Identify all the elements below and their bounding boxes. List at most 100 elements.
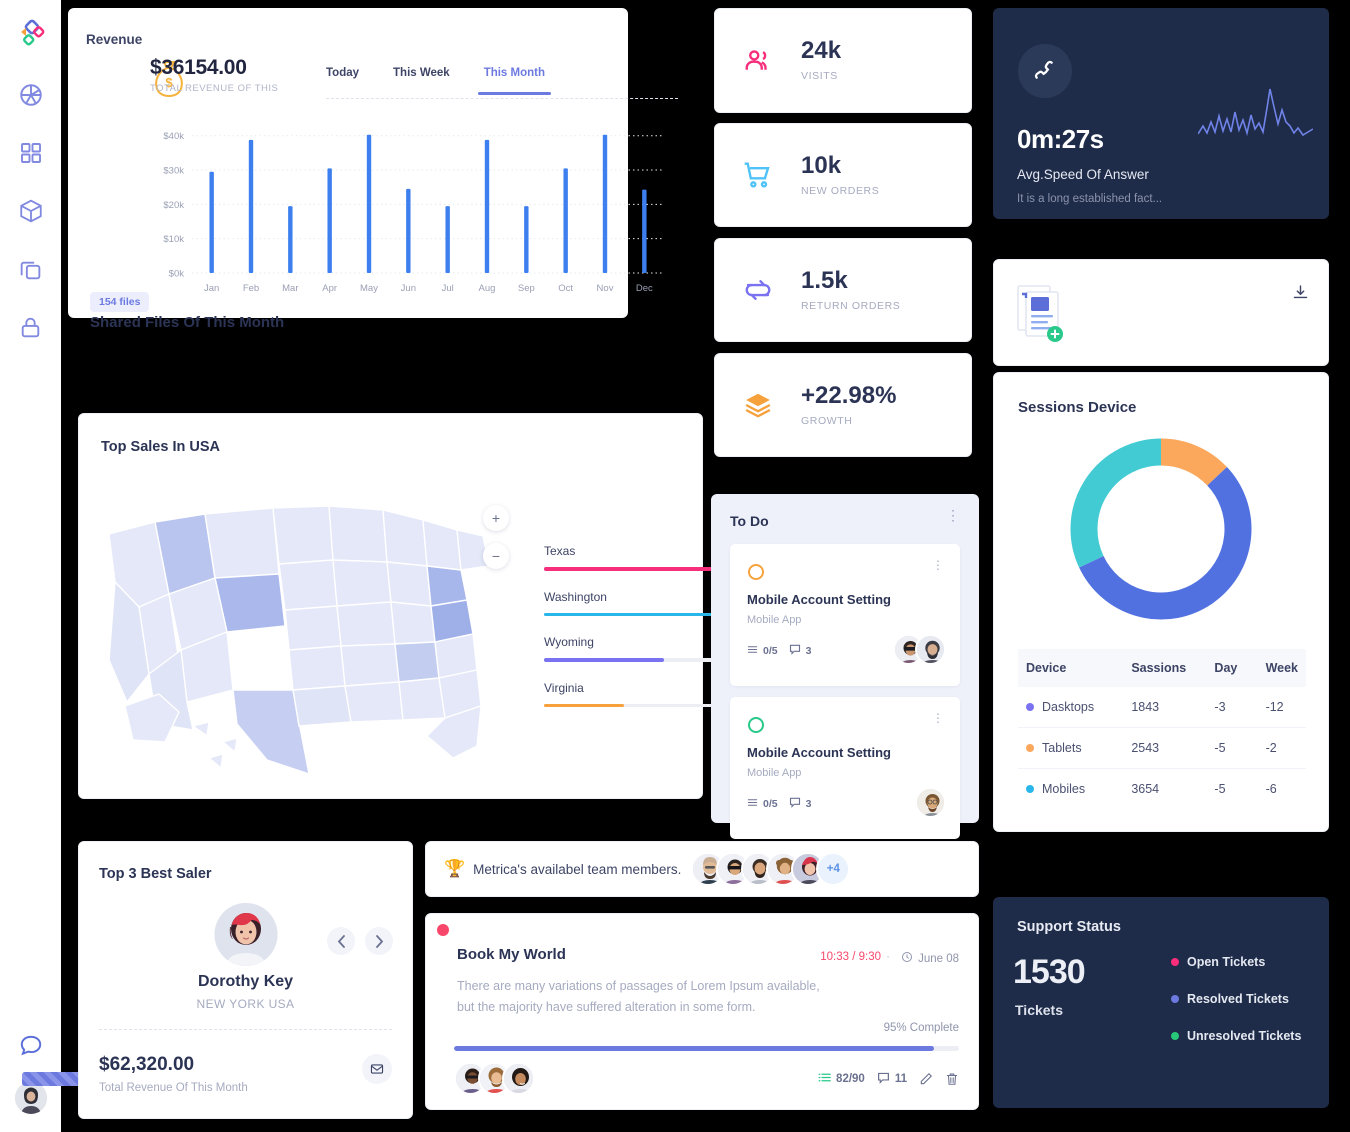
checklist-icon <box>818 1071 831 1087</box>
todo-item[interactable]: ⋮ Mobile Account Setting Mobile App 0/5 … <box>730 697 960 839</box>
book-actions: 82/90 11 <box>818 1071 959 1087</box>
sidebar-item-pages[interactable] <box>16 254 46 284</box>
team-extra-count[interactable]: +4 <box>816 852 851 886</box>
todo-card: To Do ⋮ ⋮ Mobile Account Setting Mobile … <box>711 494 979 839</box>
saler-amount-label: Total Revenue Of This Month <box>99 1082 248 1094</box>
tabs-divider <box>326 98 678 99</box>
todo-item-menu-icon[interactable]: ⋮ <box>932 559 944 571</box>
todo-item-menu-icon[interactable]: ⋮ <box>932 712 944 724</box>
avatar <box>915 787 946 818</box>
svg-text:Sep: Sep <box>518 283 535 294</box>
download-icon[interactable] <box>1292 284 1309 306</box>
top-saler-card: Top 3 Best Saler Dorothy Key NEW YORK US… <box>78 841 413 1119</box>
todo-item-project: Mobile App <box>747 614 802 626</box>
checklist-count: 0/5 <box>763 797 778 810</box>
stat-card-return-orders[interactable]: 1.5k RETURN ORDERS <box>714 238 972 342</box>
stat-label: GROWTH <box>801 414 853 427</box>
stat-text: 1.5k RETURN ORDERS <box>801 268 900 312</box>
team-members-text: Metrica's availabel team members. <box>473 861 682 877</box>
avatar <box>915 634 946 665</box>
logo-icon[interactable] <box>14 18 48 52</box>
avatar[interactable] <box>14 1082 47 1114</box>
comment-count: 3 <box>805 797 812 810</box>
sidebar-item-products[interactable] <box>16 196 46 226</box>
trash-icon[interactable] <box>945 1072 959 1086</box>
svg-text:Oct: Oct <box>558 283 573 294</box>
book-description: There are many variations of passages of… <box>457 976 820 1017</box>
legend-open-tickets: Open Tickets <box>1171 955 1301 969</box>
support-unit: Tickets <box>1015 1002 1063 1018</box>
col-sessions: Sassions <box>1123 649 1207 687</box>
sidebar-nav <box>16 80 46 342</box>
book-progress-fill <box>454 1046 934 1051</box>
svg-text:Jan: Jan <box>204 283 219 294</box>
map-zoom-out-button[interactable]: − <box>483 543 509 569</box>
saler-name: Dorothy Key <box>197 973 294 990</box>
todo-item[interactable]: ⋮ Mobile Account Setting Mobile App 0/5 … <box>730 544 960 686</box>
sidebar-item-dashboard[interactable] <box>16 138 46 168</box>
table-row: Dasktops 1843 -3 -12 <box>1018 687 1306 728</box>
svg-text:Dec: Dec <box>636 283 653 294</box>
todo-item-avatars <box>915 787 946 818</box>
svg-text:Mar: Mar <box>282 283 298 294</box>
saler-next-button[interactable] <box>365 927 393 955</box>
answer-speed-card: 0m:27s Avg.Speed Of Answer It is a long … <box>993 8 1329 219</box>
usa-map[interactable] <box>97 474 497 779</box>
files-icon <box>1016 282 1070 349</box>
tab-this-week[interactable]: This Week <box>393 67 450 95</box>
book-checklist[interactable]: 82/90 <box>818 1071 865 1087</box>
svg-text:May: May <box>360 283 378 294</box>
chat-icon[interactable] <box>16 1030 46 1060</box>
pencil-icon[interactable] <box>919 1072 933 1086</box>
cart-icon <box>715 159 801 191</box>
svg-text:$30k: $30k <box>163 166 184 177</box>
todo-title: To Do <box>730 513 769 529</box>
sessions-donut-chart <box>1061 429 1261 634</box>
stat-card-visits[interactable]: 24k VISITS <box>714 8 972 113</box>
sidebar-item-aperture[interactable] <box>16 80 46 110</box>
support-legend: Open Tickets Resolved Tickets Unresolved… <box>1171 955 1301 1043</box>
cell-sessions: 2543 <box>1123 727 1207 769</box>
todo-item-meta: 0/5 3 <box>747 643 811 658</box>
device-dot <box>1026 785 1034 793</box>
legend-resolved-tickets: Resolved Tickets <box>1171 992 1301 1006</box>
checklist-count: 0/5 <box>763 644 778 657</box>
revenue-tabs: Today This Week This Month <box>326 67 552 95</box>
sidebar-item-auth[interactable] <box>16 312 46 342</box>
support-status-card: Support Status 1530 Tickets Open Tickets… <box>993 897 1329 1108</box>
stat-card-growth[interactable]: +22.98% GROWTH <box>714 353 972 457</box>
top-sales-usa-card: Top Sales In USA + − Texas Washington Wy… <box>78 413 794 799</box>
legend-label: Resolved Tickets <box>1187 992 1289 1006</box>
map-zoom-in-button[interactable]: + <box>483 505 509 531</box>
saler-title: Top 3 Best Saler <box>99 866 212 882</box>
files-count-badge: 154 files <box>90 292 150 312</box>
revenue-subtitle: TOTAL REVENUE OF THIS MONTH <box>150 83 280 94</box>
saler-avatar <box>214 903 277 966</box>
revenue-card: Revenue $ $36154.00 TOTAL REVENUE OF THI… <box>68 8 678 318</box>
saler-prev-button[interactable] <box>327 927 355 955</box>
envelope-icon[interactable] <box>362 1054 392 1084</box>
state-name: Wyoming <box>544 635 594 649</box>
tab-this-month[interactable]: This Month <box>477 67 552 95</box>
legend-dot <box>1171 995 1179 1003</box>
svg-text:Jun: Jun <box>401 283 416 294</box>
todo-menu-icon[interactable]: ⋮ <box>946 508 961 522</box>
revenue-amount-block: $36154.00 TOTAL REVENUE OF THIS MONTH <box>150 56 280 94</box>
stat-value: 24k <box>801 37 842 64</box>
stat-card-new-orders[interactable]: 10k NEW ORDERS <box>714 123 972 227</box>
todo-item-title: Mobile Account Setting <box>747 592 891 607</box>
saler-location: NEW YORK USA <box>196 997 295 1011</box>
state-name: Virginia <box>544 680 584 695</box>
svg-text:Aug: Aug <box>479 283 496 294</box>
cell-week: -12 <box>1257 687 1306 728</box>
cell-device: Dasktops <box>1018 687 1124 728</box>
device-dot <box>1026 744 1034 752</box>
tab-today[interactable]: Today <box>326 67 359 95</box>
stat-text: +22.98% GROWTH <box>801 383 896 427</box>
book-date: June 08 <box>901 951 959 966</box>
col-device: Device <box>1018 649 1124 687</box>
table-row: Mobiles 3654 -5 -6 <box>1018 769 1306 810</box>
book-comments[interactable]: 11 <box>877 1071 907 1087</box>
state-fill <box>544 703 624 707</box>
cell-sessions: 1843 <box>1123 687 1207 728</box>
